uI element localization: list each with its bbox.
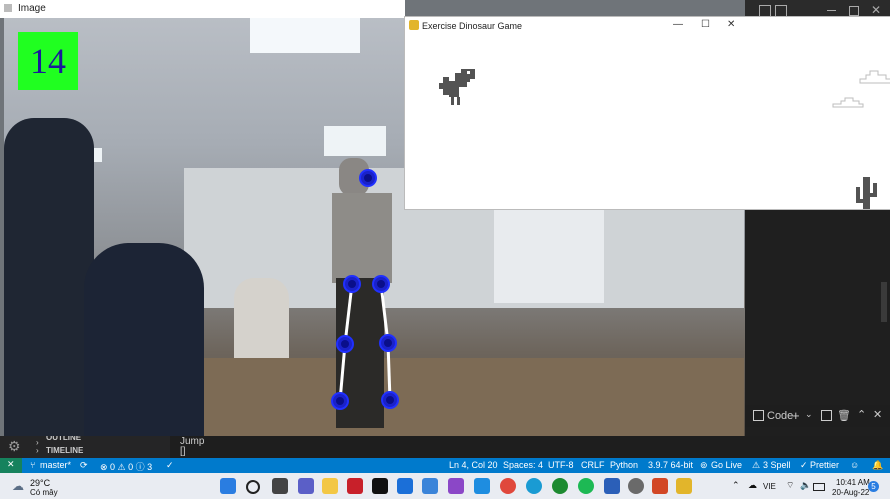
- status-cursor[interactable]: Ln 4, Col 20: [449, 460, 498, 470]
- warning-icon: ⚠: [752, 460, 761, 470]
- status-prettier[interactable]: Prettier: [810, 460, 839, 470]
- volume-icon[interactable]: 🔈: [800, 480, 811, 491]
- camera-window-title: Image: [18, 3, 46, 14]
- bell-icon[interactable]: 🔔: [872, 460, 883, 471]
- sidebar-bottom: ⚙ › OUTLINE › TIMELINE: [0, 433, 170, 458]
- clock-time[interactable]: 10:41 AM: [836, 478, 870, 487]
- terminal[interactable]: Jump []: [170, 436, 890, 458]
- weather-temp[interactable]: 29°C: [30, 478, 50, 488]
- remote-button[interactable]: ✕: [0, 458, 22, 473]
- broadcast-icon: ⊚: [700, 460, 708, 470]
- close-panel-icon[interactable]: ✕: [873, 408, 882, 421]
- visual-studio-icon[interactable]: [448, 478, 464, 494]
- trash-icon[interactable]: 🗑: [837, 409, 851, 422]
- game-titlebar[interactable]: Exercise Dinosaur Game — ☐ ✕: [405, 17, 890, 35]
- task-view-icon[interactable]: [272, 478, 288, 494]
- clock-date[interactable]: 20-Aug-22: [832, 488, 869, 497]
- minimize-icon[interactable]: —: [673, 19, 683, 30]
- chrome-icon[interactable]: [500, 478, 516, 494]
- chevron-up-icon[interactable]: ⌃: [857, 408, 866, 421]
- status-bar: ✕ ⑂ master* ⟳ ⊗ 0 ⚠ 0 ⓘ 3 ✓ Ln 4, Col 20…: [0, 458, 890, 473]
- close-icon[interactable]: ✕: [727, 19, 735, 30]
- terminal-prompt: []: [180, 446, 186, 457]
- cloud: [859, 70, 890, 84]
- scrollbar[interactable]: [881, 282, 887, 322]
- netflix-icon[interactable]: [372, 478, 388, 494]
- status-go-live[interactable]: Go Live: [711, 460, 742, 470]
- wifi-icon[interactable]: ⌔: [786, 480, 794, 491]
- status-eol[interactable]: CRLF: [581, 460, 605, 470]
- terminal-icon: [753, 410, 764, 421]
- word-icon[interactable]: [604, 478, 620, 494]
- edge-icon[interactable]: [526, 478, 542, 494]
- game-canvas: [439, 69, 890, 209]
- status-branch[interactable]: master*: [40, 460, 71, 470]
- status-encoding[interactable]: UTF-8: [548, 460, 574, 470]
- vscode-icon[interactable]: [474, 478, 490, 494]
- sidebar-timeline[interactable]: TIMELINE: [46, 446, 83, 455]
- remote-icon: ✕: [7, 459, 15, 469]
- app-icon[interactable]: [347, 478, 363, 494]
- cactus-sprite: [856, 177, 877, 209]
- spotify-icon[interactable]: [578, 478, 594, 494]
- python-icon[interactable]: [676, 478, 692, 494]
- weather-icon[interactable]: ☁: [12, 479, 24, 493]
- score-counter: 14: [18, 32, 78, 90]
- settings-gear-icon[interactable]: ⚙: [8, 438, 21, 455]
- app-icon: [4, 4, 12, 12]
- feedback-icon[interactable]: ☺: [850, 460, 859, 470]
- check-double-icon: ✓: [800, 460, 808, 470]
- add-terminal-icon[interactable]: +: [792, 408, 800, 423]
- status-spaces[interactable]: Spaces: 4: [503, 460, 543, 470]
- sync-icon[interactable]: ⟳: [80, 460, 88, 471]
- start-icon[interactable]: [220, 478, 236, 494]
- python-icon: [409, 20, 419, 30]
- calendar-icon[interactable]: [422, 478, 438, 494]
- status-check-icon: ✓: [166, 460, 174, 470]
- chevron-up-icon[interactable]: ⌃: [732, 480, 740, 491]
- split-icon[interactable]: [821, 410, 832, 421]
- game-window-title: Exercise Dinosaur Game: [422, 21, 523, 31]
- camera-titlebar[interactable]: Image: [0, 0, 405, 18]
- taskbar: ☁ 29°C Có mây ⌃ ☁ VIE ⌔ 🔈 10:41 AM 20-Au…: [0, 473, 890, 499]
- status-problems[interactable]: ⊗ 0 ⚠ 0 ⓘ 3: [100, 460, 152, 473]
- battery-icon[interactable]: [813, 483, 825, 491]
- minimize-icon[interactable]: [827, 10, 836, 11]
- game-window: Exercise Dinosaur Game — ☐ ✕: [404, 16, 890, 210]
- xbox-icon[interactable]: [552, 478, 568, 494]
- keyboard-language[interactable]: VIE: [763, 482, 776, 491]
- branch-icon: ⑂: [30, 460, 36, 470]
- mail-icon[interactable]: [397, 478, 413, 494]
- settings-icon[interactable]: [628, 478, 644, 494]
- chevron-down-icon[interactable]: ⌄: [805, 409, 813, 420]
- panel-tab-code[interactable]: Code: [767, 410, 793, 422]
- dinosaur-sprite: [439, 69, 475, 105]
- status-language[interactable]: Python: [610, 460, 638, 470]
- bone-left-thigh: [343, 283, 354, 345]
- chevron-right-icon: ›: [36, 446, 39, 455]
- status-spell[interactable]: 3 Spell: [763, 460, 791, 470]
- cloud: [832, 97, 864, 108]
- maximize-icon[interactable]: [849, 6, 859, 16]
- chat-icon[interactable]: [298, 478, 314, 494]
- close-icon[interactable]: ✕: [871, 3, 881, 17]
- powerpoint-icon[interactable]: [652, 478, 668, 494]
- weather-desc[interactable]: Có mây: [30, 488, 58, 497]
- status-interpreter[interactable]: 3.9.7 64-bit: [648, 460, 693, 470]
- onedrive-icon[interactable]: ☁: [748, 480, 757, 491]
- search-icon[interactable]: [246, 480, 260, 494]
- panel-header: Code + ⌄ 🗑 ⌃ ✕: [745, 405, 890, 427]
- file-explorer-icon[interactable]: [322, 478, 338, 494]
- maximize-icon[interactable]: ☐: [701, 19, 710, 30]
- notification-badge[interactable]: 5: [868, 481, 879, 492]
